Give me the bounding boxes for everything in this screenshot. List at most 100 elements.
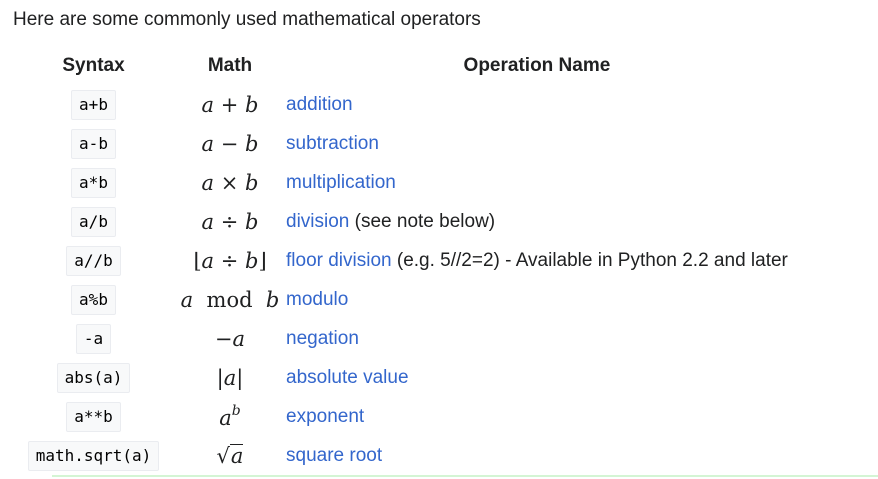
math-expression: −a bbox=[215, 327, 245, 351]
math-superscript-b: b bbox=[231, 403, 241, 419]
math-operator: ÷ bbox=[220, 209, 239, 234]
math-operator: − bbox=[220, 131, 239, 156]
syntax-code: a-b bbox=[71, 128, 116, 159]
operation-link-negation[interactable]: negation bbox=[286, 328, 359, 349]
operation-link-modulo[interactable]: modulo bbox=[286, 289, 348, 310]
math-var-b: b bbox=[245, 170, 259, 195]
operation-cell: modulo bbox=[286, 280, 788, 319]
math-expression: a ÷ b bbox=[202, 210, 259, 234]
table-row: a**b ab exponent bbox=[13, 397, 788, 436]
math-expression: √a bbox=[216, 443, 244, 468]
bottom-divider bbox=[52, 475, 878, 477]
operation-link-addition[interactable]: addition bbox=[286, 94, 353, 115]
floor-right-bracket: ⌋ bbox=[258, 248, 267, 273]
syntax-cell: a**b bbox=[13, 397, 174, 436]
table-row: a*b a × b multiplication bbox=[13, 163, 788, 202]
math-cell: a + b bbox=[174, 85, 286, 124]
syntax-cell: a//b bbox=[13, 241, 174, 280]
syntax-cell: a+b bbox=[13, 85, 174, 124]
operation-note: (see note below) bbox=[349, 210, 496, 232]
math-var-a: a bbox=[232, 326, 246, 351]
table-header-row: Syntax Math Operation Name bbox=[13, 47, 788, 85]
math-var-a: a bbox=[201, 92, 215, 117]
math-cell: ⌊a ÷ b⌋ bbox=[174, 241, 286, 280]
syntax-code: a%b bbox=[71, 284, 116, 315]
table-row: a//b ⌊a ÷ b⌋ floor division (e.g. 5//2=2… bbox=[13, 241, 788, 280]
operation-cell: floor division (e.g. 5//2=2) - Available… bbox=[286, 241, 788, 280]
syntax-cell: -a bbox=[13, 319, 174, 358]
math-cell: |a| bbox=[174, 358, 286, 397]
operation-link-absolute-value[interactable]: absolute value bbox=[286, 367, 409, 388]
operation-cell: square root bbox=[286, 436, 788, 475]
math-expression: ⌊a ÷ b⌋ bbox=[193, 249, 266, 273]
floor-left-bracket: ⌊ bbox=[193, 248, 202, 273]
math-cell: a mod b bbox=[174, 280, 286, 319]
math-cell: ab bbox=[174, 397, 286, 436]
operation-link-exponent[interactable]: exponent bbox=[286, 406, 364, 427]
syntax-code: -a bbox=[75, 323, 112, 354]
math-cell: a ÷ b bbox=[174, 202, 286, 241]
math-operator: ÷ bbox=[220, 248, 239, 273]
math-var-b: b bbox=[245, 209, 259, 234]
operation-link-multiplication[interactable]: multiplication bbox=[286, 172, 396, 193]
math-var-b: b bbox=[265, 287, 280, 312]
operation-cell: subtraction bbox=[286, 124, 788, 163]
header-syntax: Syntax bbox=[62, 55, 125, 76]
header-operation-name: Operation Name bbox=[463, 55, 611, 76]
math-cell: −a bbox=[174, 319, 286, 358]
math-cell: a − b bbox=[174, 124, 286, 163]
math-var-b: b bbox=[245, 92, 259, 117]
math-var-a: a bbox=[201, 170, 215, 195]
syntax-cell: a/b bbox=[13, 202, 174, 241]
math-operator: × bbox=[220, 170, 239, 195]
sqrt-radical-icon: √ bbox=[216, 443, 230, 468]
math-expression: a mod b bbox=[181, 288, 280, 312]
operation-cell: addition bbox=[286, 85, 788, 124]
header-math: Math bbox=[207, 55, 253, 76]
abs-left-bar: | bbox=[216, 365, 224, 390]
abs-right-bar: | bbox=[236, 365, 244, 390]
math-var-a: a bbox=[201, 209, 215, 234]
sqrt-radicand: a bbox=[229, 443, 244, 467]
operation-cell: division (see note below) bbox=[286, 202, 788, 241]
operation-link-subtraction[interactable]: subtraction bbox=[286, 133, 379, 154]
math-operator: mod bbox=[206, 287, 253, 312]
syntax-code: a//b bbox=[66, 245, 121, 276]
math-var-a: a bbox=[180, 287, 194, 312]
syntax-cell: math.sqrt(a) bbox=[13, 436, 174, 475]
syntax-cell: abs(a) bbox=[13, 358, 174, 397]
table-row: a-b a − b subtraction bbox=[13, 124, 788, 163]
syntax-cell: a%b bbox=[13, 280, 174, 319]
table-row: a+b a + b addition bbox=[13, 85, 788, 124]
operators-table: Syntax Math Operation Name a+b a + b add… bbox=[13, 47, 788, 475]
operation-link-floor-division[interactable]: floor division bbox=[286, 250, 392, 271]
math-operator: − bbox=[214, 326, 233, 351]
operation-link-square-root[interactable]: square root bbox=[286, 445, 382, 466]
operation-cell: absolute value bbox=[286, 358, 788, 397]
math-var-a: a bbox=[219, 406, 232, 430]
operation-cell: exponent bbox=[286, 397, 788, 436]
intro-text: Here are some commonly used mathematical… bbox=[13, 9, 481, 30]
operation-note: (e.g. 5//2=2) - Available in Python 2.2 … bbox=[391, 249, 788, 271]
math-operator: + bbox=[220, 92, 239, 117]
table-row: a/b a ÷ b division (see note below) bbox=[13, 202, 788, 241]
operation-cell: multiplication bbox=[286, 163, 788, 202]
math-var-b: b bbox=[245, 248, 259, 273]
math-var-b: b bbox=[245, 131, 259, 156]
syntax-code: math.sqrt(a) bbox=[27, 440, 160, 471]
operation-link-division[interactable]: division bbox=[286, 211, 349, 232]
syntax-code: a*b bbox=[71, 167, 116, 198]
table-row: abs(a) |a| absolute value bbox=[13, 358, 788, 397]
math-expression: ab bbox=[219, 403, 241, 430]
math-expression: a × b bbox=[202, 171, 259, 195]
math-expression: a + b bbox=[202, 93, 259, 117]
syntax-code: a/b bbox=[71, 206, 116, 237]
syntax-cell: a-b bbox=[13, 124, 174, 163]
syntax-cell: a*b bbox=[13, 163, 174, 202]
math-var-a: a bbox=[201, 131, 215, 156]
syntax-code: abs(a) bbox=[56, 362, 131, 393]
math-expression: a − b bbox=[202, 132, 259, 156]
syntax-code: a**b bbox=[66, 401, 121, 432]
operation-cell: negation bbox=[286, 319, 788, 358]
math-cell: √a bbox=[174, 436, 286, 475]
